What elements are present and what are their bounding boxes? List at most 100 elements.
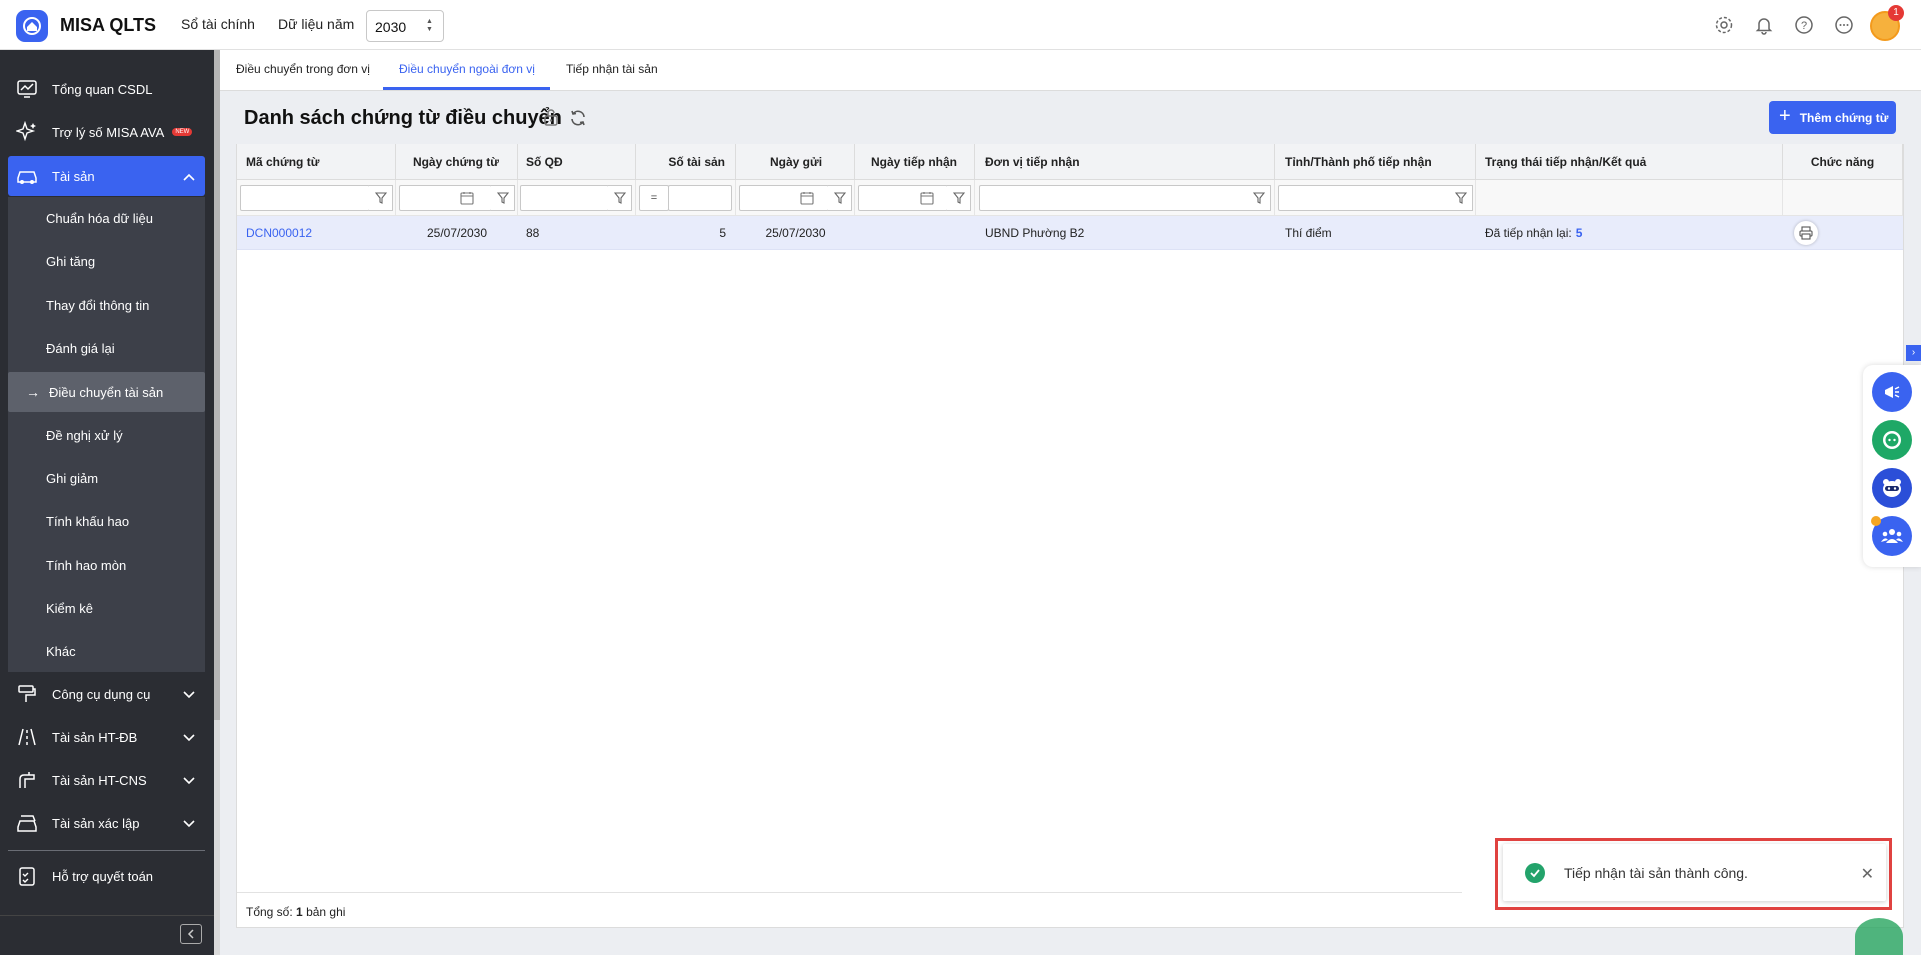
misa-logo-icon[interactable] <box>16 10 48 42</box>
expand-right-panel-icon[interactable]: › <box>1906 345 1921 361</box>
sidebar-item-tai-san[interactable]: Tài sản <box>8 156 205 196</box>
widget-alert-dot <box>1871 516 1881 526</box>
bell-icon[interactable] <box>1752 13 1776 37</box>
filter-ngay-gui-input[interactable] <box>739 185 829 211</box>
assistant-bear-widget-icon[interactable] <box>1872 468 1912 508</box>
tab-dieu-chuyen-trong-don-vi[interactable]: Điều chuyển trong đơn vị <box>236 62 370 76</box>
submenu-item-tinh-khau-hao[interactable]: Tính khấu hao <box>8 501 205 541</box>
calendar-icon[interactable] <box>460 191 474 208</box>
submenu-item-tinh-hao-mon[interactable]: Tính hao mòn <box>8 545 205 585</box>
filter-cell <box>1476 180 1783 216</box>
new-badge: NEW <box>172 128 193 136</box>
tab-dieu-chuyen-ngoai-don-vi[interactable]: Điều chuyển ngoài đơn vị <box>399 62 535 76</box>
submenu-item-thay-doi-thong-tin[interactable]: Thay đổi thông tin <box>8 285 205 325</box>
chevron-down-icon <box>183 773 195 788</box>
total-label: Tổng số: <box>246 905 293 919</box>
year-value: 2030 <box>375 19 407 35</box>
success-toast: Tiếp nhận tài sản thành công. ✕ <box>1503 844 1886 901</box>
cell-so-qd: 88 <box>526 226 540 240</box>
year-select[interactable]: 2030 ▲ ▼ <box>366 10 444 42</box>
filter-so-tai-san-input[interactable] <box>668 185 732 211</box>
collapse-sidebar-icon[interactable] <box>180 924 202 944</box>
sidebar-item-label: Tài sản <box>52 168 95 184</box>
close-icon[interactable]: ✕ <box>1861 864 1874 884</box>
chevron-up-icon <box>183 169 195 184</box>
filter-cell <box>1783 180 1903 216</box>
tab-tiep-nhan-tai-san[interactable]: Tiếp nhận tài sản <box>566 62 658 76</box>
submenu-item-de-nghi-xu-ly[interactable]: Đề nghị xử lý <box>8 415 205 455</box>
more-options-icon[interactable] <box>1832 13 1856 37</box>
calendar-icon[interactable] <box>800 191 814 208</box>
paint-roller-icon <box>14 681 40 707</box>
cell-trang-thai: Đã tiếp nhận lại: 5 <box>1485 216 1582 250</box>
page-title: Danh sách chứng từ điều chuyển <box>244 107 562 129</box>
column-header-ngay-chung-tu[interactable]: Ngày chứng từ <box>396 144 518 180</box>
filter-funnel-icon[interactable] <box>1247 185 1271 211</box>
filter-funnel-icon[interactable] <box>947 185 971 211</box>
filter-don-vi-tiep-nhan-input[interactable] <box>979 185 1251 211</box>
print-icon[interactable] <box>1794 221 1818 245</box>
submenu-item-chuan-hoa[interactable]: Chuẩn hóa dữ liệu <box>8 198 205 238</box>
column-header-so-qd[interactable]: Số QĐ <box>518 144 636 180</box>
submenu-item-danh-gia-lai[interactable]: Đánh giá lại <box>8 328 205 368</box>
chatbot-widget-icon[interactable] <box>1872 420 1912 460</box>
monitor-chart-icon <box>14 76 40 102</box>
so-tai-chinh-link[interactable]: Sổ tài chính <box>181 16 255 32</box>
cell-ngay-gui: 25/07/2030 <box>765 226 826 240</box>
column-header-trang-thai[interactable]: Trạng thái tiếp nhận/Kết quả <box>1476 144 1783 180</box>
column-header-ngay-tiep-nhan[interactable]: Ngày tiếp nhận <box>855 144 975 180</box>
column-header-ngay-gui[interactable]: Ngày gửi <box>736 144 855 180</box>
sidebar-item-label: Tài sản HT-CNS <box>52 772 147 788</box>
filter-funnel-icon[interactable] <box>369 185 393 211</box>
sidebar-item-label: Công cụ dụng cụ <box>52 686 151 702</box>
cell-ma-chung-tu-link[interactable]: DCN000012 <box>246 216 312 250</box>
submenu-item-dieu-chuyen[interactable]: → Điều chuyển tài sản <box>8 372 205 412</box>
filter-cell <box>518 180 636 216</box>
unlock-icon[interactable] <box>543 108 559 129</box>
sidebar-divider <box>8 850 205 851</box>
add-document-button[interactable]: + Thêm chứng từ <box>1769 101 1896 134</box>
filter-operator-select[interactable]: = <box>639 185 669 211</box>
column-header-don-vi-tiep-nhan[interactable]: Đơn vị tiếp nhận <box>975 144 1275 180</box>
filter-tinh-thanh-pho-input[interactable] <box>1278 185 1452 211</box>
sparkle-icon <box>14 119 40 145</box>
submenu-item-label: Điều chuyển tài sản <box>49 384 164 400</box>
add-button-label: Thêm chứng từ <box>1799 110 1889 125</box>
submenu-item-kiem-ke[interactable]: Kiểm kê <box>8 588 205 628</box>
column-header-tinh-thanh-pho[interactable]: Tỉnh/Thành phố tiếp nhận <box>1275 144 1476 180</box>
sidebar-item-tai-san-ht-cns[interactable]: Tài sản HT-CNS <box>8 760 205 800</box>
column-header-so-tai-san[interactable]: Số tài sản <box>636 144 736 180</box>
filter-funnel-icon[interactable] <box>1449 185 1473 211</box>
sidebar-item-tong-quan[interactable]: Tổng quan CSDL <box>8 69 205 109</box>
sidebar-item-ho-tro-quyet-toan[interactable]: Hỗ trợ quyết toán <box>8 856 205 896</box>
filter-funnel-icon[interactable] <box>608 185 632 211</box>
sidebar-item-tro-ly-so[interactable]: Trợ lý số MISA AVA NEW <box>8 112 205 152</box>
sidebar-item-cong-cu-dung-cu[interactable]: Công cụ dụng cụ <box>8 674 205 714</box>
filter-cell: = <box>636 180 736 216</box>
chevron-down-icon <box>183 687 195 702</box>
sidebar-item-tai-san-xac-lap[interactable]: Tài sản xác lập <box>8 803 205 843</box>
du-lieu-nam-label: Dữ liệu năm <box>278 16 355 32</box>
filter-so-qd-input[interactable] <box>520 185 609 211</box>
refresh-icon[interactable] <box>569 109 587 130</box>
help-icon[interactable]: ? <box>1792 13 1816 37</box>
filter-ngay-chung-tu-input[interactable] <box>399 185 492 211</box>
filter-ngay-tiep-nhan-input[interactable] <box>858 185 948 211</box>
trang-thai-count-link[interactable]: 5 <box>1576 226 1583 240</box>
settings-gear-icon[interactable] <box>1712 13 1736 37</box>
column-header-chuc-nang: Chức năng <box>1783 144 1903 180</box>
submenu-item-ghi-giam[interactable]: Ghi giảm <box>8 458 205 498</box>
filter-funnel-icon[interactable] <box>491 185 515 211</box>
filter-cell <box>736 180 855 216</box>
submenu-item-ghi-tang[interactable]: Ghi tăng <box>8 241 205 281</box>
calendar-icon[interactable] <box>920 191 934 208</box>
filter-ma-chung-tu-input[interactable] <box>240 185 370 211</box>
support-chat-bubble[interactable] <box>1855 918 1903 955</box>
road-icon <box>14 724 40 750</box>
column-header-ma-chung-tu[interactable]: Mã chứng từ <box>237 144 396 180</box>
filter-funnel-icon[interactable] <box>828 185 852 211</box>
submenu-item-khac[interactable]: Khác <box>8 631 205 671</box>
megaphone-widget-icon[interactable] <box>1872 372 1912 412</box>
sidebar-item-label: Tổng quan CSDL <box>52 81 153 97</box>
sidebar-item-tai-san-ht-db[interactable]: Tài sản HT-ĐB <box>8 717 205 757</box>
